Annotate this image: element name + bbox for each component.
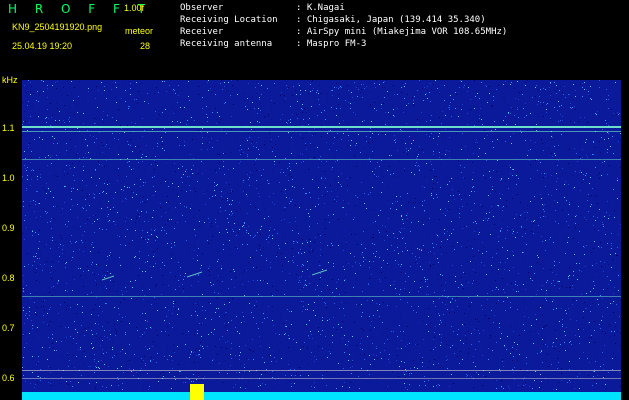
y-tick-label: 1.0 bbox=[2, 173, 15, 183]
y-tick-label: 0.9 bbox=[2, 223, 15, 233]
spectrogram-canvas bbox=[22, 80, 621, 400]
header-panel: H R O F F T 1.00f KN9_2504191920.png met… bbox=[0, 0, 629, 76]
reference-line-0-60 bbox=[22, 378, 621, 379]
location-value: : Chigasaki, Japan (139.414 35.340) bbox=[296, 15, 486, 25]
y-tick-label: 1.1 bbox=[2, 123, 15, 133]
reference-line-0-62 bbox=[22, 370, 621, 371]
antenna-key: Receiving antenna bbox=[180, 39, 273, 49]
meteor-burst bbox=[190, 384, 204, 400]
antenna-value: : Maspro FM-3 bbox=[296, 39, 367, 49]
signal-line-0-76 bbox=[22, 296, 621, 297]
filename-label: KN9_2504191920.png bbox=[12, 22, 103, 32]
y-tick-label: 0.7 bbox=[2, 323, 15, 333]
location-key: Receiving Location bbox=[180, 15, 278, 25]
receiver-value: : AirSpy mini (Miakejima VOR 108.65MHz) bbox=[296, 27, 508, 37]
meteor-label: meteor bbox=[125, 26, 154, 36]
receiver-key: Receiver bbox=[180, 27, 224, 37]
meteor-count: 28 bbox=[140, 41, 151, 51]
y-unit-label: kHz bbox=[2, 75, 18, 85]
carrier-line-secondary bbox=[22, 131, 621, 132]
y-tick-label: 0.6 bbox=[2, 373, 15, 383]
observer-value: : K.Nagai bbox=[296, 3, 345, 13]
y-tick-label: 0.8 bbox=[2, 273, 15, 283]
spectrogram-plot bbox=[22, 80, 621, 400]
datetime-label: 25.04.19 19:20 bbox=[12, 41, 73, 51]
version-label: 1.00f bbox=[124, 3, 145, 13]
signal-line-1-04 bbox=[22, 159, 621, 160]
observer-key: Observer bbox=[180, 3, 224, 13]
carrier-line bbox=[22, 126, 621, 128]
low-frequency-band bbox=[22, 392, 621, 400]
